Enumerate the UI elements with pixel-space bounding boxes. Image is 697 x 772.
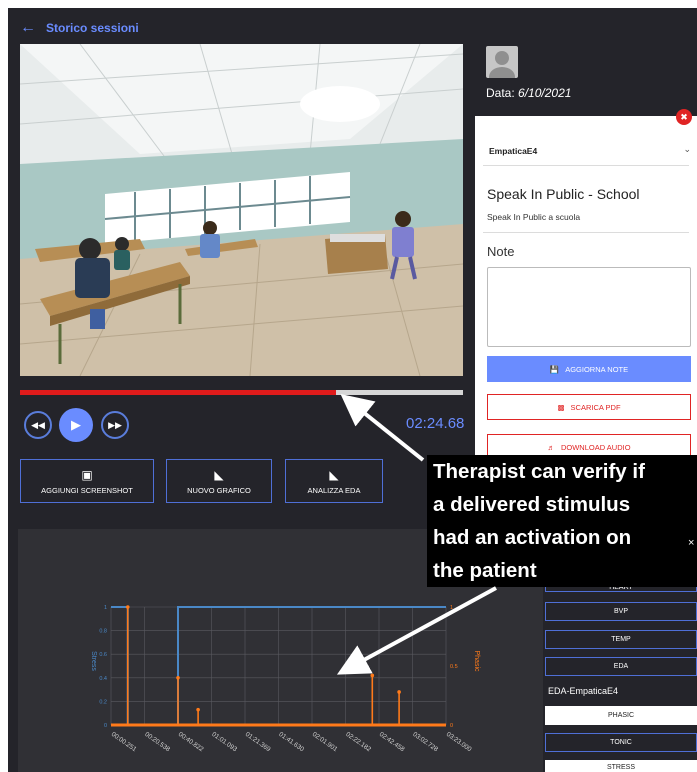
- analyze-eda-label: ANALIZZA EDA: [307, 485, 361, 495]
- session-subtitle: Speak In Public a scuola: [487, 212, 581, 222]
- x-tick-label: 00:20.538: [143, 731, 171, 754]
- page-title: Storico sessioni: [46, 21, 139, 35]
- trash-icon[interactable]: ✖: [676, 109, 692, 125]
- annotation-callout: Therapist can verify if a delivered stim…: [427, 455, 697, 587]
- speaker-icon: ♬: [547, 442, 555, 452]
- callout-line: had an activation on: [433, 526, 632, 549]
- y-axis-left-label: Stress: [90, 651, 97, 671]
- add-screenshot-label: AGGIUNGI SCREENSHOT: [41, 485, 133, 495]
- y-left-tick-label: 0.6: [99, 652, 107, 658]
- phasic-spike-point: [125, 605, 130, 609]
- note-label: Note: [487, 244, 515, 259]
- x-tick-label: 01:41.630: [277, 731, 305, 754]
- x-tick-label: 02:22.182: [344, 731, 372, 754]
- device-select-value[interactable]: EmpaticaE4: [489, 146, 537, 156]
- area-chart-icon: ◣: [329, 467, 339, 482]
- metric-button-tonic[interactable]: TONIC: [545, 733, 697, 752]
- eda-section-label: EDA-EmpaticaE4: [548, 686, 619, 696]
- y-right-tick-label: 1: [450, 605, 453, 611]
- close-icon[interactable]: ×: [688, 537, 694, 549]
- x-tick-label: 03:02.728: [411, 731, 439, 754]
- progress-fill: [20, 390, 337, 395]
- classroom-scene: [20, 44, 463, 376]
- phasic-spike-point: [397, 690, 401, 694]
- chart-ticks: 00:00.251 00:20.538 00:40.822 01:01.093 01:2…: [99, 605, 473, 753]
- chart-grid: [110, 606, 447, 726]
- session-date: Data: 6/10/2021: [486, 86, 571, 100]
- y-left-tick-label: 0.2: [99, 699, 107, 705]
- area-chart-icon: ◣: [214, 467, 224, 482]
- metric-button-phasic[interactable]: PHASIC: [545, 706, 697, 725]
- rewind-button[interactable]: ◀◀: [24, 411, 52, 439]
- x-tick-label: 02:01.901: [311, 731, 339, 754]
- download-pdf-button[interactable]: ▩ SCARICA PDF: [487, 394, 691, 420]
- arrow-left-icon[interactable]: ←: [20, 19, 36, 37]
- update-notes-label: AGGIORNA NOTE: [565, 364, 629, 374]
- x-tick-label: 01:21.369: [244, 731, 272, 754]
- metric-button-stress[interactable]: STRESS: [545, 760, 697, 772]
- metric-button-eda[interactable]: EDA: [545, 657, 697, 676]
- play-button[interactable]: ▶: [59, 408, 93, 442]
- y-right-tick-label: 0.5: [450, 664, 458, 670]
- new-chart-button[interactable]: ◣ NUOVO GRAFICO: [166, 459, 272, 503]
- callout-line: the patient: [433, 559, 537, 582]
- phasic-spike-point: [196, 707, 200, 712]
- save-icon: 💾: [549, 364, 560, 374]
- video-player[interactable]: [20, 44, 463, 376]
- callout-line: a delivered stimulus: [433, 493, 631, 516]
- play-icon: ▶: [71, 417, 81, 432]
- phasic-spike-point: [370, 673, 375, 678]
- avatar: [486, 46, 518, 78]
- x-tick-label: 00:40.822: [177, 731, 205, 754]
- callout-line: Therapist can verify if: [433, 460, 645, 483]
- y-left-tick-label: 0.4: [99, 676, 107, 682]
- download-pdf-label: SCARICA PDF: [570, 402, 621, 412]
- app-window: ← Storico sessioni ◀◀ ▶ ▶▶ 02:24.68 ▣ AG…: [8, 8, 697, 772]
- y-left-tick-label: 0: [104, 723, 107, 729]
- x-tick-label: 02:42.458: [378, 731, 406, 754]
- note-textarea[interactable]: [487, 267, 691, 347]
- session-title: Speak In Public - School: [487, 186, 640, 202]
- y-axis-right-label: Phasic: [473, 650, 480, 672]
- analyze-eda-button[interactable]: ◣ ANALIZZA EDA: [285, 459, 383, 503]
- y-right-tick-label: 0: [450, 723, 453, 729]
- fast-forward-icon: ▶▶: [108, 419, 122, 430]
- y-left-tick-label: 0.8: [99, 629, 107, 635]
- date-value: 6/10/2021: [518, 86, 572, 100]
- session-card: EmpaticaE4 ⌄ Speak In Public - School Sp…: [475, 116, 697, 476]
- y-left-tick-label: 1: [104, 605, 107, 611]
- update-notes-button[interactable]: 💾 AGGIORNA NOTE: [487, 356, 691, 382]
- x-tick-label: 00:00.251: [110, 731, 138, 754]
- x-tick-label: 01:01.093: [210, 731, 238, 754]
- student-figure: [114, 237, 130, 270]
- add-screenshot-button[interactable]: ▣ AGGIUNGI SCREENSHOT: [20, 459, 154, 503]
- user-icon: [489, 51, 515, 78]
- divider: [483, 232, 689, 233]
- pdf-file-icon: ▩: [557, 402, 565, 412]
- new-chart-label: NUOVO GRAFICO: [187, 485, 251, 495]
- chevron-down-icon[interactable]: ⌄: [683, 144, 691, 155]
- download-audio-label: DOWNLOAD AUDIO: [560, 442, 631, 452]
- header: ← Storico sessioni: [8, 8, 697, 48]
- camera-icon: ▣: [81, 467, 93, 482]
- date-label: Data:: [486, 86, 515, 100]
- x-tick-label: 03:23.000: [445, 731, 473, 754]
- fast-forward-button[interactable]: ▶▶: [101, 411, 129, 439]
- divider: [483, 165, 689, 166]
- arrow-to-progress: [340, 394, 425, 462]
- metric-button-temp[interactable]: TEMP: [545, 630, 697, 649]
- playback-time: 02:24.68: [406, 415, 465, 432]
- progress-bar[interactable]: [20, 390, 463, 395]
- metric-button-bvp[interactable]: BVP: [545, 602, 697, 621]
- phasic-spike-point: [176, 676, 180, 680]
- rewind-icon: ◀◀: [31, 419, 45, 430]
